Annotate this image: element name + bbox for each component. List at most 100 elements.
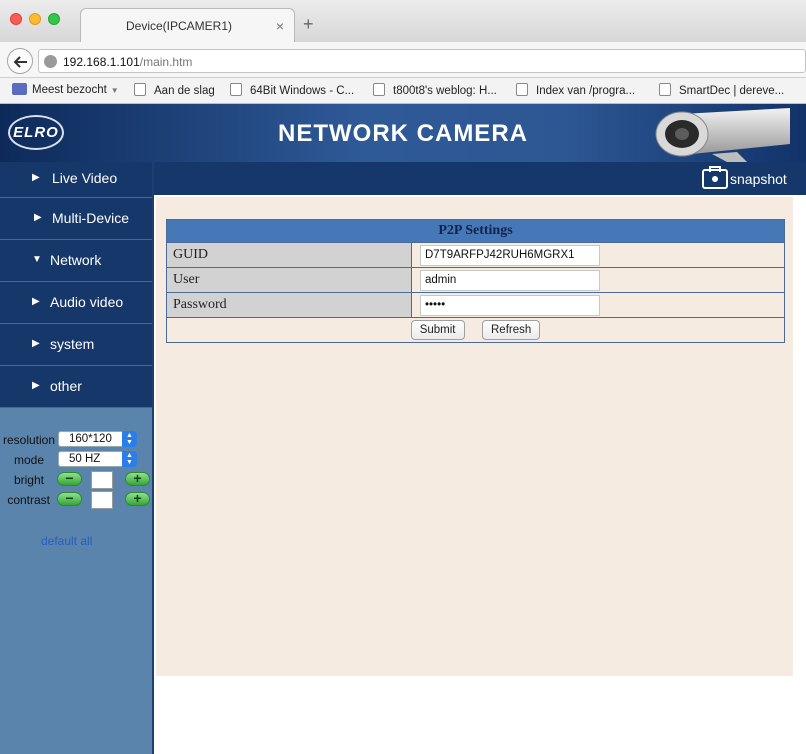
sidebar-item-other[interactable]: ▶ other [0,366,152,408]
guid-input[interactable] [420,244,600,266]
browser-navbar: 192.168.1.101/main.htm [0,42,806,78]
chevron-down-icon: ▼ [110,86,119,95]
address-bar[interactable]: 192.168.1.101/main.htm [38,49,806,73]
sidebar-item-label: Live Video [52,170,118,186]
triangle-right-icon: ▶ [34,212,42,223]
table-row: Password [166,292,785,318]
bookmark-label: 64Bit Windows - C... [250,85,355,97]
bookmark-item[interactable]: Index van /progra... [516,83,635,97]
snapshot-button[interactable]: snapshot [730,171,787,187]
url-host: 192.168.1.101 [63,55,140,69]
resolution-select[interactable]: 160*120 ▲ ▼ [58,431,137,447]
url-path: /main.htm [139,55,193,69]
select-arrows-icon: ▲ ▼ [122,431,137,447]
mode-label: mode [13,453,44,467]
mode-select[interactable]: 50 HZ ▲ ▼ [58,451,137,467]
p2p-settings-table: P2P Settings GUID User Password [166,219,785,343]
content-area: P2P Settings GUID User Password [156,197,793,676]
bookmark-item[interactable]: t800t8's weblog: H... [373,83,497,97]
bookmark-label: Meest bezocht [32,84,107,96]
sidebar-item-audio-video[interactable]: ▶ Audio video [0,282,152,324]
bookmark-label: t800t8's weblog: H... [393,85,497,97]
contrast-value-box [91,491,113,509]
bright-label: bright [13,473,44,487]
sidebar-item-label: Audio video [50,294,124,310]
page-icon [659,83,671,96]
browser-tab[interactable]: Device(IPCAMER1) × [80,8,295,42]
bookmarks-folder-icon [12,83,27,95]
bookmark-label: Index van /progra... [536,85,636,97]
button-cell: Submit Refresh [166,317,785,343]
tab-close-icon[interactable]: × [276,18,284,34]
bright-value-box [91,471,113,489]
contrast-label: contrast [7,493,50,507]
page-icon [516,83,528,96]
triangle-right-icon: ▶ [32,296,40,307]
triangle-right-icon: ▶ [32,380,40,391]
triangle-right-icon: ▶ [32,338,40,349]
sidebar: ▶ Live Video ▶ Multi-Device ▼ Network ▶ … [0,162,154,754]
bookmark-label: Aan de slag [154,85,215,97]
bookmark-label: SmartDec | dereve... [679,85,785,97]
window-maximize-button[interactable] [48,13,60,25]
default-all-link[interactable]: default all [41,534,92,548]
contrast-row: contrast − + [0,491,154,509]
sidebar-item-label: other [50,378,82,394]
table-header-row: P2P Settings [166,219,785,243]
camera-page: ELRO NETWORK CAMERA ▶ Live Video ▶ Multi… [0,104,806,754]
table-row: GUID [166,242,785,268]
sidebar-item-label: system [50,336,95,352]
page-icon [373,83,385,96]
table-row: Submit Refresh [166,317,785,343]
user-input[interactable] [420,269,600,291]
main-panel: snapshot P2P Settings GUID User [154,162,806,754]
bookmark-item[interactable]: Aan de slag [134,83,215,97]
camera-icon[interactable] [702,166,728,189]
window-minimize-button[interactable] [29,13,41,25]
mode-row: mode 50 HZ ▲ ▼ [0,451,154,469]
bookmark-item[interactable]: SmartDec | dereve... [659,83,784,97]
camera-image-icon [655,108,790,162]
sidebar-item-system[interactable]: ▶ system [0,324,152,366]
globe-icon [44,55,57,68]
url-text: 192.168.1.101/main.htm [63,55,192,69]
bright-plus-button[interactable]: + [125,471,150,486]
page-icon [134,83,146,96]
bookmark-item[interactable]: 64Bit Windows - C... [230,83,354,97]
sidebar-item-label: Network [50,252,102,268]
window-close-button[interactable] [10,13,22,25]
contrast-minus-button[interactable]: − [57,491,82,506]
contrast-plus-button[interactable]: + [125,491,150,506]
table-row: User [166,267,785,293]
tab-title: Device(IPCAMER1) [125,19,233,33]
new-tab-button[interactable]: + [303,15,314,33]
sidebar-item-network[interactable]: ▼ Network [0,240,152,282]
back-button[interactable] [7,48,33,74]
resolution-label: resolution [2,433,55,447]
password-cell [411,292,785,318]
sidebar-item-live-video[interactable]: ▶ Live Video [0,162,152,198]
refresh-button[interactable]: Refresh [482,320,541,340]
sidebar-item-label: Multi-Device [52,210,130,226]
page-icon [230,83,242,96]
password-input[interactable] [420,294,600,316]
user-cell [411,267,785,293]
bookmark-most-visited[interactable]: Meest bezocht ▼ [12,83,119,96]
sidebar-item-multi-device[interactable]: ▶ Multi-Device [0,198,152,240]
browser-titlebar: Device(IPCAMER1) × + [0,0,806,42]
guid-cell [411,242,785,268]
resolution-row: resolution 160*120 ▲ ▼ [0,431,154,449]
triangle-down-icon: ▼ [32,254,42,265]
resolution-value: 160*120 [69,433,112,445]
triangle-right-icon: ▶ [32,172,40,183]
user-label: User [166,267,412,293]
submit-button[interactable]: Submit [410,320,465,340]
mode-value: 50 HZ [69,453,101,465]
toolbar: snapshot [154,162,806,195]
p2p-settings-title: P2P Settings [166,219,785,243]
page-header: ELRO NETWORK CAMERA [0,104,806,162]
bookmarks-bar: Meest bezocht ▼ Aan de slag 64Bit Windows… [0,78,806,104]
password-label: Password [166,292,412,318]
bright-row: bright − + [0,471,154,489]
bright-minus-button[interactable]: − [57,471,82,486]
